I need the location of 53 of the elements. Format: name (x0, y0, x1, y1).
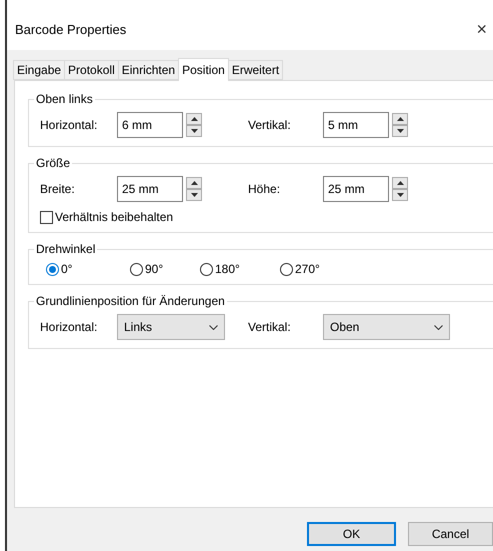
tab[interactable]: Eingabe (13, 60, 66, 80)
spin-up-button[interactable] (392, 113, 408, 125)
checkbox-label: Verhältnis beibehalten (55, 210, 174, 224)
radio-button[interactable] (46, 262, 59, 276)
ok-button[interactable]: OK (307, 522, 396, 546)
group-title: Größe (34, 156, 72, 170)
spin-field[interactable]: 25 mm (323, 176, 389, 202)
caret-up-icon (396, 117, 404, 121)
caret-down-icon (396, 129, 404, 133)
radio-button[interactable] (280, 262, 293, 276)
spin-field[interactable]: 6 mm (117, 112, 183, 138)
chevron-down-icon (209, 324, 218, 330)
window-title: Barcode Properties (15, 22, 126, 36)
caret-up-icon (190, 181, 198, 185)
dropdown[interactable]: Oben (323, 314, 450, 340)
spin-up-button[interactable] (186, 177, 202, 189)
caret-down-icon (190, 193, 198, 197)
radio-button[interactable] (200, 262, 213, 276)
field-label: Horizontal: (40, 320, 98, 334)
cancel-button[interactable]: Cancel (408, 522, 493, 546)
spin-down-button[interactable] (392, 125, 408, 137)
group-title: Grundlinienposition für Änderungen (34, 294, 227, 308)
group-title: Oben links (34, 92, 95, 106)
tab[interactable]: Protokoll (64, 60, 119, 80)
caret-down-icon (190, 129, 198, 133)
chevron-down-icon (434, 324, 443, 330)
spin-field[interactable]: 5 mm (323, 112, 389, 138)
group-title: Drehwinkel (34, 242, 98, 256)
tab[interactable]: Erweitert (228, 60, 284, 80)
spin-down-button[interactable] (186, 189, 202, 201)
radio-label: 0° (61, 262, 72, 276)
spin-down-button[interactable] (186, 125, 202, 137)
spin-down-button[interactable] (392, 189, 408, 201)
spin-up-button[interactable] (186, 113, 202, 125)
radio-label: 90° (145, 262, 164, 276)
field-label: Horizontal: (40, 118, 98, 132)
radio-label: 270° (295, 262, 320, 276)
dropdown[interactable]: Links (117, 314, 225, 340)
caret-up-icon (396, 181, 404, 185)
field-label: Vertikal: (248, 320, 292, 334)
tab[interactable]: Einrichten (118, 60, 180, 80)
tab[interactable]: Position (178, 58, 229, 81)
field-label: Höhe: (248, 182, 282, 196)
field-label: Vertikal: (248, 118, 292, 132)
close-button[interactable]: × (470, 18, 493, 40)
spin-up-button[interactable] (392, 177, 408, 189)
radio-label: 180° (215, 262, 240, 276)
radio-button[interactable] (130, 262, 143, 276)
field-label: Breite: (40, 182, 76, 196)
checkbox[interactable] (40, 210, 53, 224)
spin-field[interactable]: 25 mm (117, 176, 183, 202)
caret-up-icon (190, 117, 198, 121)
caret-down-icon (396, 193, 404, 197)
